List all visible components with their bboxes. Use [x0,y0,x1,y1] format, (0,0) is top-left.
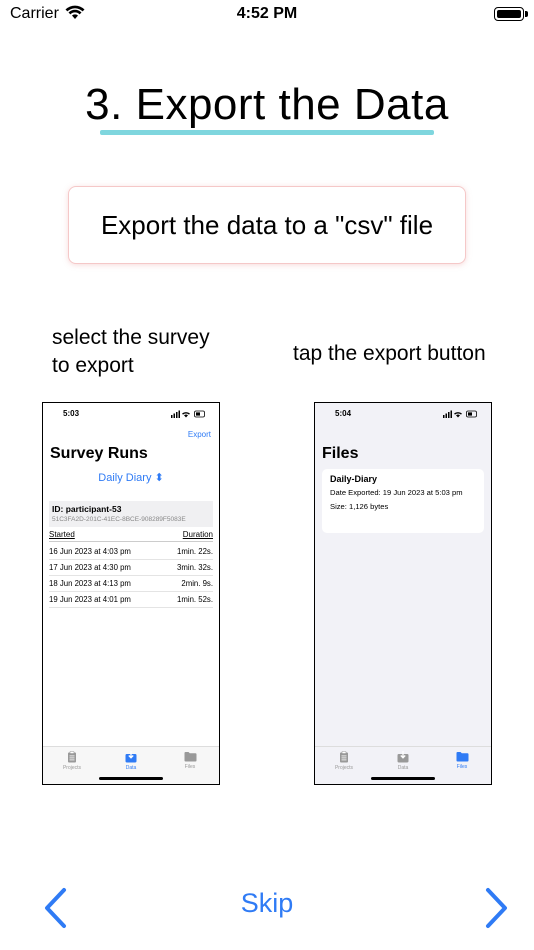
download-tray-icon [397,751,409,763]
title-underline [100,130,434,135]
runs-table-header: Started Duration [49,530,213,542]
tab-files[interactable]: Files [442,751,482,770]
column-started: Started [49,530,75,539]
run-duration: 1min. 52s. [177,595,213,604]
instruction-text: Export the data to a "csv" file [100,209,434,240]
tab-data[interactable]: Data [111,751,151,771]
export-button[interactable]: Export [188,430,211,439]
file-name: Daily-Diary [330,474,378,484]
tab-files[interactable]: Files [170,751,210,770]
tab-projects[interactable]: Projects [52,751,92,771]
table-row[interactable]: 16 Jun 2023 at 4:03 pm 1min. 22s. [49,544,213,560]
mini-status-icons [443,410,477,418]
home-indicator [99,777,163,780]
page-title: 3. Export the Data [85,80,449,129]
tab-data[interactable]: Data [383,751,423,771]
file-date-exported: Date Exported: 19 Jun 2023 at 5:03 pm [330,488,463,497]
tab-projects[interactable]: Projects [324,751,364,771]
screenshot-survey-runs: 5:03 Export Survey Runs Daily Diary ⬍ ID… [42,402,220,785]
files-title: Files [322,445,359,462]
participant-id: ID: participant-53 [52,504,122,514]
runs-table: 16 Jun 2023 at 4:03 pm 1min. 22s. 17 Jun … [49,544,213,608]
screenshot-files: 5:04 Files Daily-Diary Date Exported: 19… [314,402,492,785]
run-start: 16 Jun 2023 at 4:03 pm [49,547,131,556]
run-start: 17 Jun 2023 at 4:30 pm [49,563,131,572]
caption-left: select the survey to export [52,326,210,377]
tab-label: Data [125,765,137,771]
table-row[interactable]: 18 Jun 2023 at 4:13 pm 2min. 9s. [49,576,213,592]
mini-status-time: 5:04 [335,409,352,418]
chevron-right-icon [486,888,507,928]
table-row[interactable]: 19 Jun 2023 at 4:01 pm 1min. 52s. [49,592,213,608]
run-start: 18 Jun 2023 at 4:13 pm [49,579,131,588]
run-duration: 2min. 9s. [181,579,213,588]
download-tray-icon [125,751,137,763]
skip-button[interactable]: Skip [217,888,317,919]
mini-status-time: 5:03 [63,409,80,418]
folder-icon [456,752,468,762]
instruction-card: Export the data to a "csv" file [68,186,466,264]
participant-box: ID: participant-53 51C3FA2D-201C-41EC-8B… [49,501,213,527]
clipboard-icon [340,751,348,763]
mini-tab-bar: Projects Data Files [315,746,491,784]
table-row[interactable]: 17 Jun 2023 at 4:30 pm 3min. 32s. [49,560,213,576]
clipboard-icon [68,751,76,763]
tab-label: Files [456,764,468,770]
file-size: Size: 1,126 bytes [330,502,389,511]
run-duration: 1min. 22s. [177,547,213,556]
tab-label: Projects [334,765,354,771]
next-button[interactable] [478,884,514,932]
status-time: 4:52 PM [236,5,298,22]
survey-runs-title: Survey Runs [50,445,148,462]
participant-uuid: 51C3FA2D-201C-41EC-8BCE-908289F5083E [52,516,186,523]
folder-icon [184,752,196,762]
run-start: 19 Jun 2023 at 4:01 pm [49,595,131,604]
chevron-left-icon [45,888,66,928]
status-bar: Carrier 4:52 PM [0,0,534,30]
home-indicator [371,777,435,780]
tab-label: Data [397,765,409,771]
previous-button[interactable] [38,884,74,932]
run-duration: 3min. 32s. [177,563,213,572]
tab-label: Projects [62,765,82,771]
file-card[interactable]: Daily-Diary Date Exported: 19 Jun 2023 a… [322,469,484,533]
mini-tab-bar: Projects Data Files [43,746,219,784]
column-duration: Duration [182,530,213,539]
caption-right: tap the export button [293,342,486,365]
battery-icon [494,7,528,21]
mini-status-icons [171,410,205,418]
survey-selector[interactable]: Daily Diary ⬍ [43,471,219,484]
tab-label: Files [184,764,196,770]
